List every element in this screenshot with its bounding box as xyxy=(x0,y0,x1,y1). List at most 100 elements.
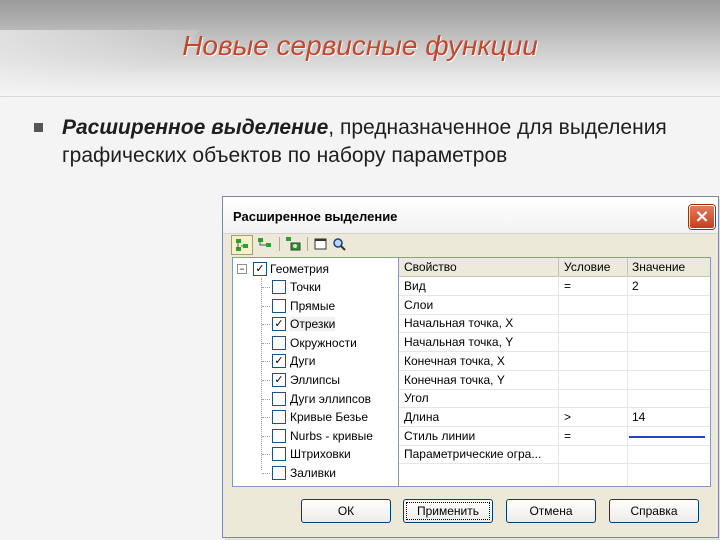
header-property: Свойство xyxy=(404,260,457,274)
tree-item-checkbox[interactable] xyxy=(272,298,286,313)
tree-item[interactable]: Прямые xyxy=(233,297,398,315)
tree-guide-branch xyxy=(262,380,270,382)
tree-item[interactable]: ✓ Отрезки xyxy=(233,315,398,333)
property-row[interactable]: Конечная точка, Y xyxy=(399,371,710,390)
tree-item-checkbox[interactable] xyxy=(272,466,286,480)
property-row[interactable]: Параметрические огра... xyxy=(399,445,710,465)
tree-item-checkbox[interactable] xyxy=(272,428,286,443)
window-icon[interactable] xyxy=(311,235,331,253)
property-condition[interactable]: = xyxy=(564,429,571,443)
tree-item-label: Nurbs - кривые xyxy=(290,428,373,443)
tree-item-checkbox[interactable] xyxy=(272,391,286,406)
toolbar-separator xyxy=(279,237,280,251)
property-row[interactable]: Стиль линии = xyxy=(399,427,710,446)
tree-item[interactable]: ✓ Дуги xyxy=(233,352,398,370)
tree-guide-branch xyxy=(262,361,270,363)
cancel-button[interactable]: Отмена xyxy=(506,499,596,523)
tree-guide-branch xyxy=(262,454,270,456)
slide-header-rule xyxy=(0,96,720,97)
tree-item-checkbox[interactable]: ✓ xyxy=(272,317,286,332)
property-name: Начальная точка, Y xyxy=(404,335,514,350)
close-icon[interactable]: × xyxy=(689,205,715,229)
property-row[interactable]: Начальная точка, X xyxy=(399,314,710,334)
property-name: Начальная точка, X xyxy=(404,316,514,331)
property-name: Угол xyxy=(404,391,429,406)
property-row[interactable]: Угол xyxy=(399,389,710,409)
tree-guide-branch xyxy=(262,417,270,419)
property-name: Вид xyxy=(404,279,426,293)
tree-guide-branch xyxy=(262,342,270,345)
tree-item-checkbox[interactable] xyxy=(272,335,286,350)
tree-item-label: Окружности xyxy=(290,335,357,350)
property-name: Конечная точка, Y xyxy=(404,372,505,387)
header-separator xyxy=(627,258,628,276)
header-separator xyxy=(558,258,559,276)
property-row[interactable]: Длина >14 xyxy=(399,408,710,427)
tree-root-label: Геометрия xyxy=(270,262,329,276)
extended-selection-dialog: Расширенное выделение × − ✓ Геометрия То… xyxy=(222,196,719,538)
slide-title: Новые сервисные функции xyxy=(182,30,538,61)
ok-button[interactable]: ОК xyxy=(301,499,391,523)
tree-item[interactable]: Nurbs - кривые xyxy=(233,427,398,445)
tree-guide-branch xyxy=(262,305,270,308)
property-grid[interactable]: Свойство Условие Значение Вид = 2 Слои Начал… xyxy=(398,257,711,487)
tree-item-label: Кривые Безье xyxy=(290,410,369,425)
tree-item-label: Заливки xyxy=(290,466,336,480)
toolbar-separator xyxy=(307,237,308,251)
filter-image-icon[interactable] xyxy=(283,235,303,253)
dialog-toolbar xyxy=(231,235,711,255)
property-condition[interactable]: = xyxy=(564,279,571,293)
tree-item-label: Точки xyxy=(290,280,322,294)
tree-item[interactable]: Окружности xyxy=(233,334,398,352)
zoom-icon[interactable] xyxy=(329,235,349,253)
property-name: Параметрические огра... xyxy=(404,447,542,462)
tree-item[interactable]: Заливки xyxy=(233,464,398,482)
tree-guide-branch xyxy=(262,324,270,326)
tree-item-label: Штриховки xyxy=(290,447,351,462)
tree-guide-branch xyxy=(262,435,270,438)
tree-root-row[interactable]: − ✓ Геометрия xyxy=(233,260,398,278)
line-style-sample[interactable] xyxy=(629,435,705,438)
tree-item-checkbox[interactable] xyxy=(272,447,286,462)
tree-item-label: Эллипсы xyxy=(290,373,341,387)
header-condition: Условие xyxy=(564,260,611,274)
tree-guide-branch xyxy=(262,473,270,475)
tree-guide-branch xyxy=(262,287,270,289)
header-value: Значение xyxy=(632,260,686,274)
property-name: Слои xyxy=(404,297,434,312)
tree-item[interactable]: Кривые Безье xyxy=(233,408,398,426)
property-name: Конечная точка, X xyxy=(404,353,505,368)
property-name: Длина xyxy=(404,409,440,424)
object-type-tree[interactable]: − ✓ Геометрия Точки Прямые ✓ Отрезки Окружно… xyxy=(232,257,399,487)
tree-item-checkbox[interactable] xyxy=(272,280,286,294)
property-value[interactable]: 2 xyxy=(632,279,639,293)
apply-button[interactable]: Применить xyxy=(403,499,493,523)
collapse-icon[interactable]: − xyxy=(237,264,247,274)
property-row[interactable]: Начальная точка, Y xyxy=(399,333,710,353)
tree-select-icon[interactable] xyxy=(231,235,253,255)
help-button[interactable]: Справка xyxy=(609,499,699,523)
tree-item[interactable]: ✓ Эллипсы xyxy=(233,371,398,389)
property-row[interactable]: Вид = 2 xyxy=(399,277,710,296)
tree-item-checkbox[interactable]: ✓ xyxy=(272,354,286,369)
tree-item[interactable]: Дуги эллипсов xyxy=(233,390,398,408)
tree-item-label: Дуги эллипсов xyxy=(290,391,372,406)
property-row[interactable]: Слои xyxy=(399,296,710,315)
bullet-marker xyxy=(34,123,43,132)
tree-item-checkbox[interactable]: ✓ xyxy=(272,373,286,387)
property-condition[interactable]: > xyxy=(564,410,571,424)
tree-item-label: Прямые xyxy=(290,298,336,313)
dialog-titlebar: Расширенное выделение × xyxy=(223,197,718,234)
tree-guide-branch xyxy=(262,398,270,401)
slide-bullet: Расширенное выделение, предназначенное д… xyxy=(62,114,702,170)
tree-item-label: Отрезки xyxy=(290,317,336,332)
tree-expand-icon[interactable] xyxy=(255,235,275,253)
tree-root-checkbox[interactable]: ✓ xyxy=(253,262,267,276)
grid-header: Свойство Условие Значение xyxy=(399,258,710,277)
tree-item-checkbox[interactable] xyxy=(272,410,286,425)
tree-item[interactable]: Точки xyxy=(233,278,398,296)
property-value[interactable]: 14 xyxy=(632,410,645,424)
tree-item[interactable]: Штриховки xyxy=(233,445,398,463)
property-row[interactable]: Конечная точка, X xyxy=(399,352,710,371)
property-name: Стиль линии xyxy=(404,428,476,443)
